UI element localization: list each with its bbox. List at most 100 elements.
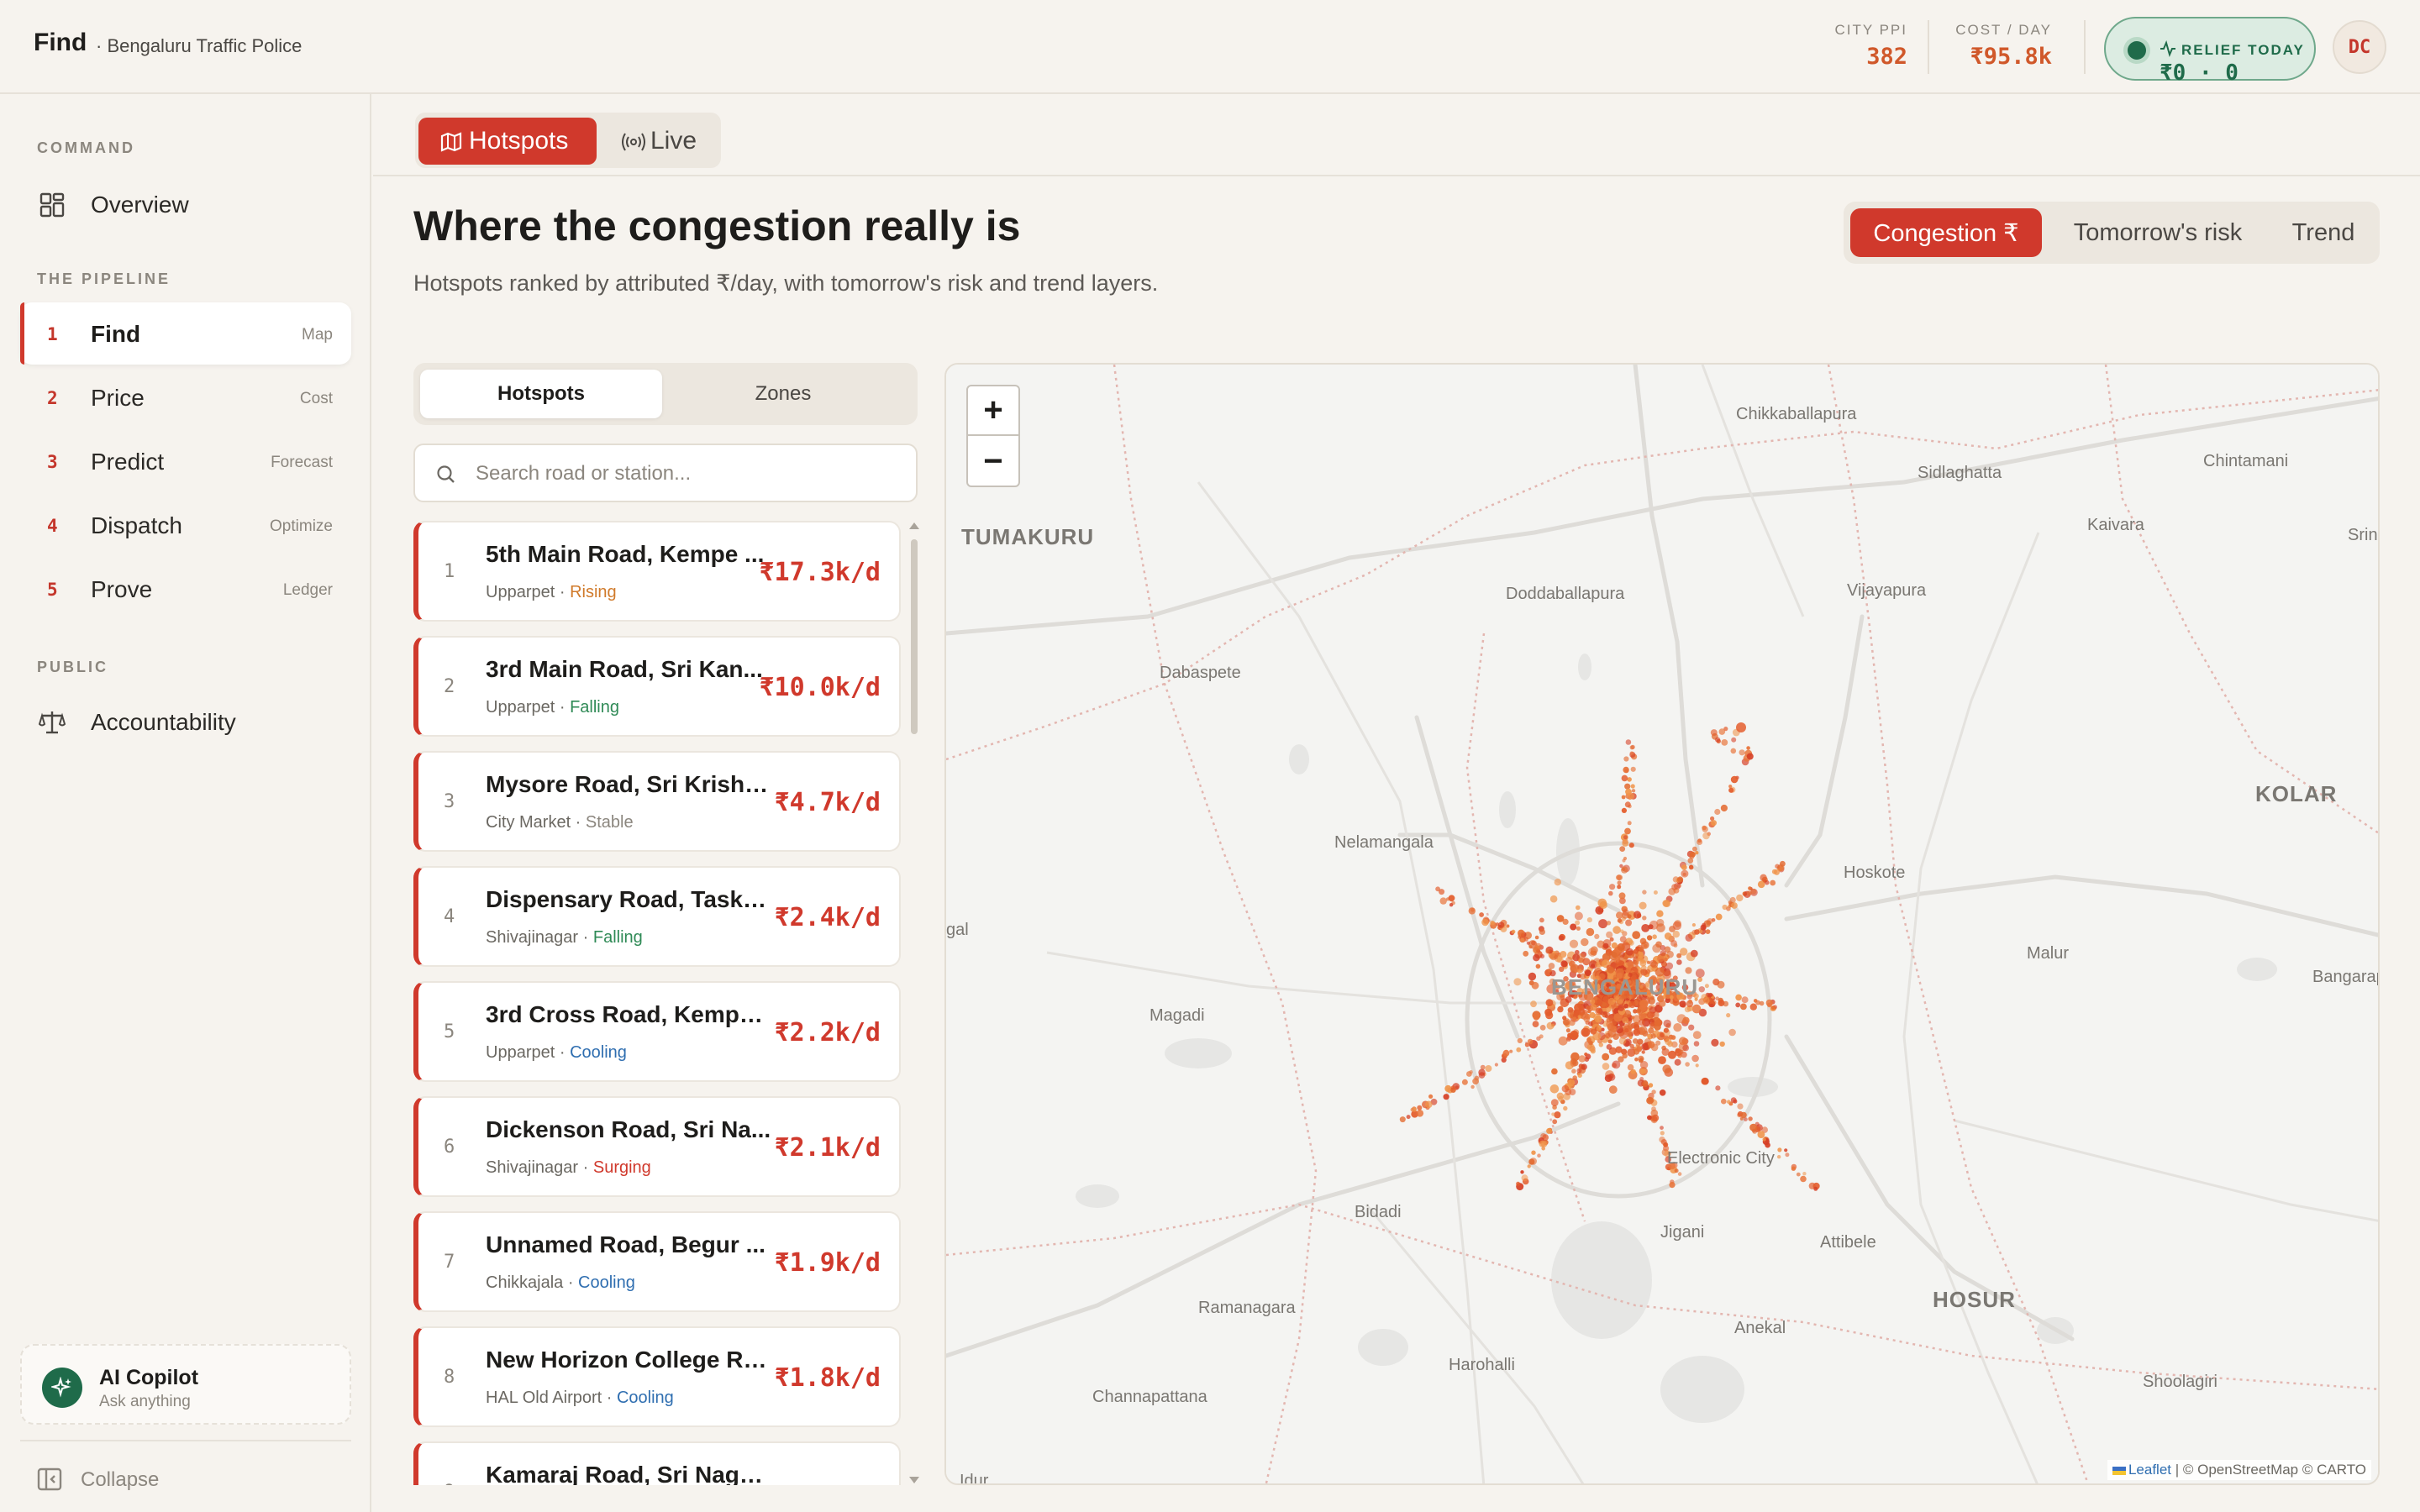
hotspot-dot <box>1658 1056 1666 1064</box>
map-place-label: Sidlaghatta <box>1918 464 2002 482</box>
hotspot-dot <box>1649 1021 1655 1027</box>
hotspot-dot <box>1706 920 1712 926</box>
layer-congestion[interactable]: Congestion ₹ <box>1850 208 2042 257</box>
map-place-label: Attibele <box>1820 1233 1876 1252</box>
hotspot-dot <box>1623 835 1628 840</box>
hotspot-dot <box>1625 948 1634 956</box>
hotspot-card[interactable]: 2 3rd Main Road, Sri Kan... Upparpet · F… <box>413 636 901 737</box>
hotspot-dot <box>1775 864 1780 869</box>
hotspot-dot <box>1655 1040 1661 1046</box>
nav-find[interactable]: 1 Find Map <box>20 302 351 365</box>
hotspot-dot <box>1730 1097 1737 1103</box>
hotspot-card[interactable]: 9 Kamaraj Road, Sri Naga... <box>413 1441 901 1485</box>
zoom-in-button[interactable]: + <box>968 386 1018 436</box>
hotspot-dot <box>1608 1085 1618 1095</box>
layer-tomorrows-risk[interactable]: Tomorrow's risk <box>2045 208 2270 257</box>
user-avatar[interactable]: DC <box>2333 20 2386 74</box>
hotspot-card[interactable]: 3 Mysore Road, Sri Krishn... City Market… <box>413 751 901 852</box>
hotspot-dot <box>1646 1011 1655 1019</box>
nav-accountability[interactable]: Accountability <box>20 690 351 753</box>
leaflet-link[interactable]: Leaflet <box>2112 1462 2171 1478</box>
hotspot-map[interactable]: + − TUMAKURU KOLAR HOSUR BENGALURU Chikk… <box>944 363 2380 1485</box>
hotspot-dot <box>1516 1047 1522 1053</box>
hotspot-dot <box>1777 1147 1782 1152</box>
hotspot-card[interactable]: 6 Dickenson Road, Sri Na... Shivajinagar… <box>413 1096 901 1197</box>
hotspot-dot <box>1570 1052 1580 1062</box>
hotspot-dot <box>1749 1003 1757 1011</box>
hotspot-dot <box>1612 1060 1621 1069</box>
hotspot-card[interactable]: 4 Dispensary Road, Taske... Shivajinagar… <box>413 866 901 967</box>
hotspot-dot <box>1449 903 1454 907</box>
hotspot-dot <box>1659 1089 1666 1096</box>
hotspot-card[interactable]: 7 Unnamed Road, Begur ... Chikkajala · C… <box>413 1211 901 1312</box>
hotspot-dot <box>1736 722 1746 732</box>
zoom-out-button[interactable]: − <box>968 437 1018 486</box>
map-place-label: Malur <box>2027 944 2070 963</box>
hotspot-dot <box>1574 911 1583 921</box>
hotspot-dot <box>1623 856 1628 861</box>
nav-predict[interactable]: 3 Predict Forecast <box>20 430 351 492</box>
hotspot-dot <box>1688 864 1694 870</box>
list-scrollbar[interactable] <box>909 522 919 1483</box>
hotspot-dot <box>1666 950 1674 958</box>
relief-today-pill[interactable]: RELIEF TODAY ₹0 · 0 <box>2104 17 2316 86</box>
tab-zones[interactable]: Zones <box>662 370 904 418</box>
nav-overview[interactable]: Overview <box>20 173 351 235</box>
hotspot-dot <box>1589 1011 1596 1019</box>
hotspot-trend: Surging <box>592 1158 651 1177</box>
hotspot-dot <box>1539 917 1544 923</box>
tab-live-view[interactable]: Live <box>600 118 718 165</box>
hotspot-dot <box>1435 886 1440 892</box>
hotspot-dot <box>1572 1016 1577 1021</box>
hotspot-dot <box>1618 1037 1627 1045</box>
hotspot-dot <box>1731 737 1737 743</box>
hotspot-dot <box>1534 942 1542 950</box>
hotspot-dot <box>1570 1030 1579 1040</box>
scroll-down-icon[interactable] <box>909 1477 919 1483</box>
hotspot-dot <box>1704 984 1709 989</box>
hotspot-dot <box>1506 924 1510 928</box>
hotspot-dot <box>1674 1168 1679 1173</box>
hotspot-rank: 2 <box>444 676 455 697</box>
hotspot-dot <box>1663 900 1671 907</box>
search-input[interactable] <box>476 455 896 492</box>
hotspot-name: 3rd Cross Road, Kempe... <box>486 1001 771 1027</box>
ai-copilot-button[interactable]: AI Copilot Ask anything <box>20 1344 351 1425</box>
sparkle-icon <box>42 1368 82 1408</box>
hotspot-dot <box>1639 947 1644 953</box>
tab-hotspots-view[interactable]: Hotspots <box>418 118 597 165</box>
hotspot-dot <box>1627 1063 1634 1071</box>
hotspot-dot <box>1584 1053 1588 1057</box>
hotspot-rank: 6 <box>444 1137 455 1158</box>
hotspot-dot <box>1552 1119 1558 1125</box>
scroll-thumb[interactable] <box>911 539 918 734</box>
hotspot-dot <box>1624 801 1631 808</box>
hotspot-dot <box>1652 934 1657 939</box>
layer-trend[interactable]: Trend <box>2274 208 2373 257</box>
hotspot-dot <box>1715 1085 1721 1091</box>
hotspot-dot <box>1813 1186 1818 1191</box>
nav-dispatch[interactable]: 4 Dispatch Optimize <box>20 494 351 556</box>
scroll-up-icon[interactable] <box>909 522 919 529</box>
hotspot-card[interactable]: 1 5th Main Road, Kempe ... Upparpet · Ri… <box>413 521 901 622</box>
hotspot-dot <box>1576 1068 1582 1074</box>
hotspot-cost: ₹2.4k/d <box>774 903 881 932</box>
hotspot-dot <box>1530 1000 1537 1008</box>
hotspot-dot <box>1697 839 1703 845</box>
hotspot-dot <box>1556 915 1565 922</box>
hotspot-card[interactable]: 8 New Horizon College Ro... HAL Old Airp… <box>413 1326 901 1427</box>
tab-hotspots[interactable]: Hotspots <box>420 370 662 418</box>
hotspot-dot <box>1624 1027 1629 1033</box>
nav-prove[interactable]: 5 Prove Ledger <box>20 558 351 620</box>
hotspot-dot <box>1581 1063 1587 1070</box>
nav-price[interactable]: 2 Price Cost <box>20 366 351 428</box>
hotspot-dot <box>1720 804 1728 812</box>
hotspot-dot <box>1577 969 1582 974</box>
hotspot-dot <box>1735 1002 1741 1008</box>
hotspot-dot <box>1685 967 1692 974</box>
hotspot-dot <box>1539 1034 1544 1039</box>
hotspot-card[interactable]: 5 3rd Cross Road, Kempe... Upparpet · Co… <box>413 981 901 1082</box>
hotspot-dot <box>1528 945 1533 949</box>
map-place-label: gal <box>946 921 969 939</box>
hotspot-dot <box>1777 1155 1781 1159</box>
